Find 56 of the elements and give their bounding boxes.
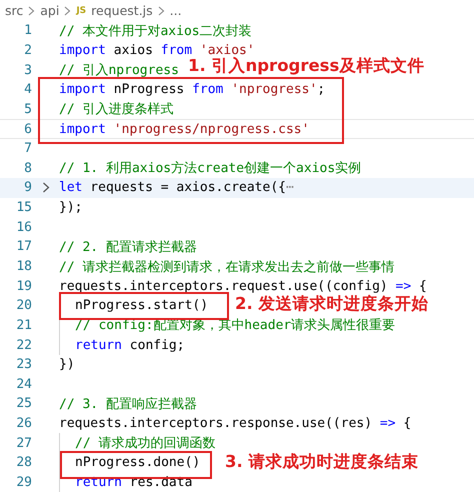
line-number: 25 [15, 396, 32, 412]
fold-chevron-icon[interactable] [42, 182, 50, 194]
code-line: // 请求成功的回调函数 [75, 435, 216, 452]
line-number: 17 [15, 239, 32, 254]
line-number: 22 [15, 338, 32, 353]
annotation-label: 3. 请求成功时进度条结束 [225, 451, 418, 473]
line-number: 2 [23, 42, 32, 58]
line-number: 23 [15, 357, 32, 372]
code-line: let requests = axios.create({⋯ [59, 180, 294, 196]
line-number: 1 [23, 23, 32, 38]
line-number: 24 [15, 376, 32, 392]
line-number: 6 [23, 122, 32, 137]
line-number: 7 [23, 141, 32, 156]
line-number: 19 [15, 278, 32, 294]
code-line: import axios from 'axios' [59, 42, 255, 58]
code-line: // 引入nprogress [59, 62, 179, 80]
line-number: 5 [23, 102, 32, 117]
line-number: 18 [15, 259, 32, 274]
code-line: }) [59, 357, 75, 372]
breadcrumb-item[interactable]: src [5, 3, 24, 18]
file-icon: JS [76, 6, 86, 16]
code-line: // 1. 利用axios方法create创建一个axios实例 [59, 160, 362, 178]
code-line: // 请求拦截器检测到请求，在请求发出去之前做一些事情 [59, 258, 394, 276]
breadcrumb-item[interactable]: api [40, 3, 60, 18]
annotation-label: 1. 引入nprogress及样式文件 [188, 55, 424, 77]
line-number: 27 [15, 436, 32, 451]
code-line: requests.interceptors.request.use((config) => { [59, 278, 427, 294]
line-number: 21 [15, 318, 32, 333]
code-line: import 'nprogress/nprogress.css' [59, 122, 310, 137]
code-line: return res.data [75, 475, 192, 490]
line-number: 28 [15, 455, 32, 470]
code-line: nProgress.done() [75, 455, 200, 470]
line-number: 29 [15, 475, 32, 490]
breadcrumb-more[interactable]: ... [170, 3, 182, 18]
line-number: 8 [23, 160, 32, 176]
code-line: // 2. 配置请求拦截器 [59, 238, 197, 256]
breadcrumb-item[interactable]: request.js [91, 3, 153, 18]
line-number: 20 [15, 298, 32, 314]
chevron-icon [28, 6, 36, 16]
chevron-icon [158, 6, 165, 16]
annotation-label: 2. 发送请求时进度条开始 [235, 293, 428, 315]
code-line: return config; [75, 338, 185, 353]
line-number: 16 [15, 220, 32, 235]
code-line: // 3. 配置响应拦截器 [59, 396, 197, 413]
line-number: 9 [23, 180, 32, 196]
chevron-icon [64, 6, 72, 16]
line-number: 3 [23, 62, 32, 78]
line-number: 4 [23, 82, 32, 98]
code-line: // 本文件用于对axios二次封装 [59, 22, 252, 40]
code-line: requests.interceptors.response.use((res) => { [59, 416, 412, 432]
code-line: import nProgress from 'nprogress'; [59, 82, 326, 98]
code-line: // 引入进度条样式 [59, 101, 174, 118]
code-line: }); [59, 200, 82, 216]
line-number: 15 [15, 200, 32, 216]
line-number: 26 [15, 416, 32, 432]
code-line: nProgress.start() [75, 298, 208, 314]
